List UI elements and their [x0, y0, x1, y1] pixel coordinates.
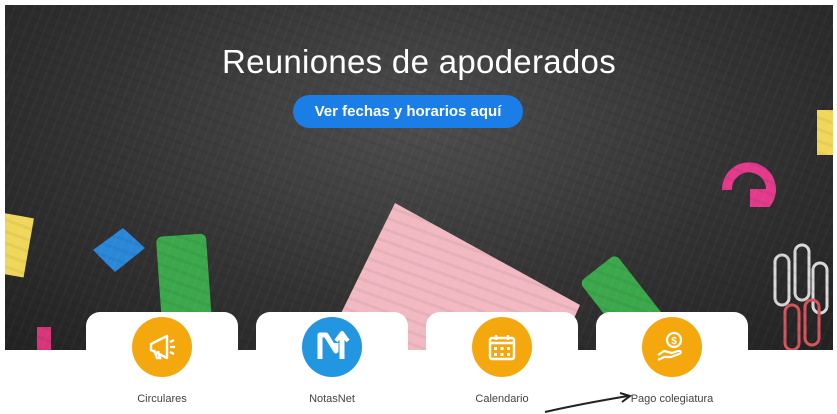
hero-banner: Reuniones de apoderados Ver fechas y hor…	[5, 5, 833, 350]
calendar-icon	[472, 317, 532, 377]
hand-coin-icon: $	[642, 317, 702, 377]
circulares-card[interactable]: Circulares	[86, 312, 238, 414]
blue-letter-shape	[93, 228, 145, 272]
notasnet-card[interactable]: NotasNet	[256, 312, 408, 414]
yellow-block-left	[5, 212, 34, 278]
annotation-arrow	[544, 392, 633, 413]
view-schedule-button[interactable]: Ver fechas y horarios aquí	[293, 95, 523, 128]
red-chalk-bottom	[37, 327, 51, 350]
notasnet-label: NotasNet	[309, 393, 355, 405]
megaphone-icon	[132, 317, 192, 377]
pink-letter-shape	[721, 162, 776, 207]
circulares-label: Circulares	[137, 393, 187, 405]
hero-title: Reuniones de apoderados	[221, 43, 617, 80]
notasnet-logo-icon	[302, 317, 362, 377]
yellow-block-right	[817, 110, 833, 155]
svg-text:$: $	[671, 336, 677, 347]
